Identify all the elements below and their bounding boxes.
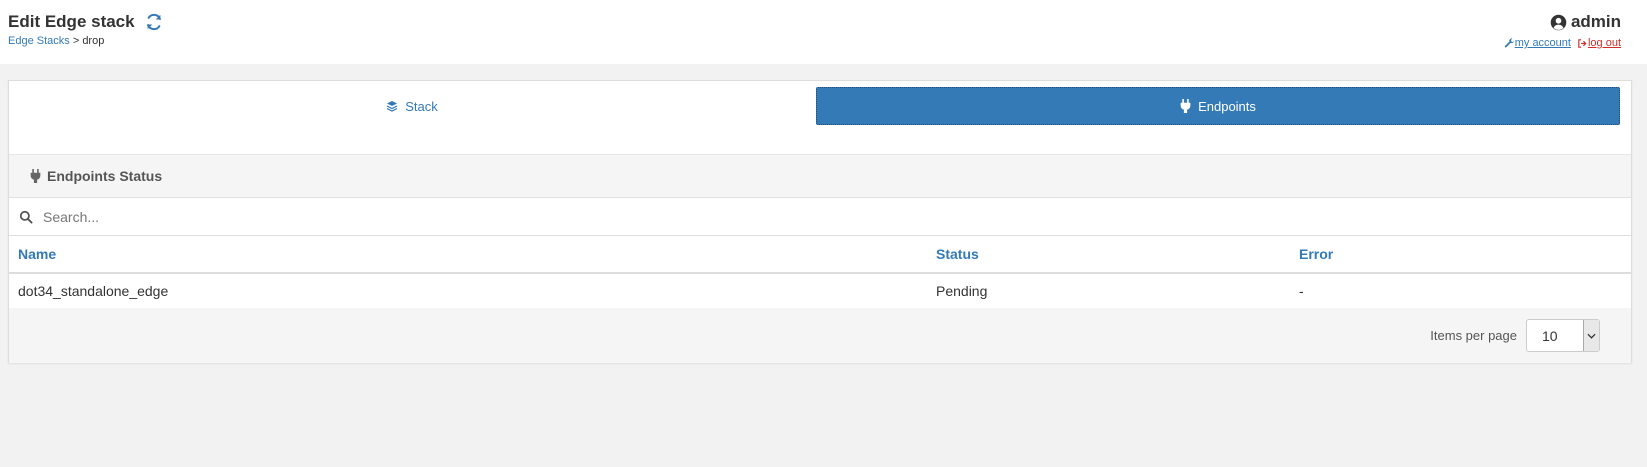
chevron-down-icon [1583,320,1599,351]
endpoint-error-cell: - [1299,282,1304,299]
column-header-name[interactable]: Name [9,236,927,274]
endpoints-status-title: Endpoints Status [47,168,163,184]
tab-stack-label: Stack [405,98,438,114]
table-header-row: Name Status Error [9,236,1631,274]
breadcrumb-current: drop [82,35,105,47]
items-per-page-select[interactable]: 10 [1526,319,1600,352]
items-per-page-label: Items per page [1430,328,1517,343]
page-title-container: Edit Edge stack [8,12,163,32]
endpoints-status-header: Endpoints Status [9,154,1631,198]
user-name-container: admin [1504,12,1621,32]
tab-stack[interactable]: Stack [9,87,815,125]
tab-endpoints-label: Endpoints [1198,98,1256,114]
endpoints-status-table: Name Status Error dot34_standalone_edge … [9,236,1631,307]
plug-icon [30,169,41,183]
user-name: admin [1570,12,1621,31]
user-area: admin my account log out [1504,12,1621,49]
refresh-icon[interactable] [145,13,163,31]
my-account-link[interactable]: my account [1504,37,1571,49]
endpoint-status-cell: Pending [936,282,988,299]
log-out-label: log out [1587,37,1621,49]
page-header: Edit Edge stack Edge Stacks > drop admin [0,0,1647,64]
search-row [9,198,1631,236]
user-links: my account log out [1504,37,1621,49]
page-title: Edit Edge stack [8,12,135,31]
items-per-page-value: 10 [1542,327,1558,344]
endpoint-name-cell: dot34_standalone_edge [18,282,169,299]
table-footer: Items per page 10 [9,308,1631,363]
column-header-status[interactable]: Status [927,236,1290,274]
my-account-label: my account [1514,37,1571,49]
edge-stack-panel: Stack Endpoints Endpoints Status Name St… [8,80,1632,363]
breadcrumb-link-edge-stacks[interactable]: Edge Stacks [8,35,70,47]
layers-icon [386,101,398,112]
wrench-icon [1504,37,1514,47]
breadcrumb: Edge Stacks > drop [8,35,104,47]
search-icon [19,210,33,223]
log-out-link[interactable]: log out [1577,37,1621,49]
search-input[interactable] [43,208,1543,225]
breadcrumb-separator: > [69,35,83,47]
table-row: dot34_standalone_edge Pending - [9,273,1631,307]
column-header-error[interactable]: Error [1290,236,1631,274]
plug-icon [1180,99,1191,113]
tab-endpoints[interactable]: Endpoints [816,87,1620,125]
sign-out-icon [1578,38,1587,48]
user-circle-icon [1550,14,1567,30]
